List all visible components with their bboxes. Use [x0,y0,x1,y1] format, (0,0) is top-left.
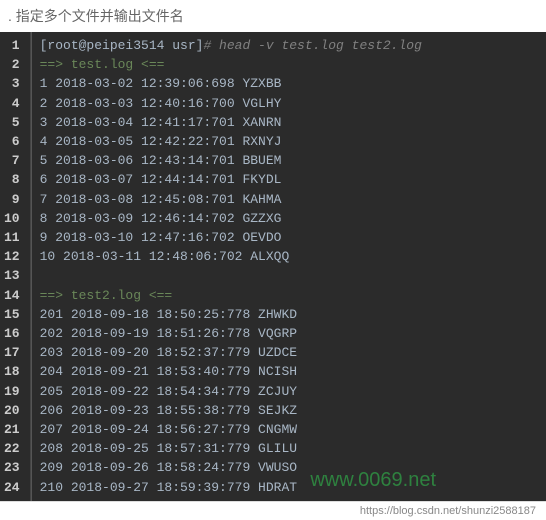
footer-url: https://blog.csdn.net/shunzi2588187 [0,501,546,520]
terminal-line: ==> test2.log <== [40,286,538,305]
terminal-line: 203 2018-09-20 18:52:37:779 UZDCE [40,343,538,362]
terminal-window: 123456789101112131415161718192021222324 … [0,32,546,520]
terminal-line: ==> test.log <== [40,55,538,74]
terminal-line [40,266,538,285]
terminal-line: 208 2018-09-25 18:57:31:779 GLILU [40,439,538,458]
terminal-line: 204 2018-09-21 18:53:40:779 NCISH [40,362,538,381]
line-number: 5 [4,113,24,132]
line-number: 21 [4,420,24,439]
line-number: 15 [4,305,24,324]
terminal-output[interactable]: [root@peipei3514 usr]# head -v test.log … [32,32,546,501]
terminal-line: 202 2018-09-19 18:51:26:778 VQGRP [40,324,538,343]
line-number: 20 [4,401,24,420]
line-number: 4 [4,94,24,113]
terminal-line: 3 2018-03-04 12:41:17:701 XANRN [40,113,538,132]
terminal-line: 210 2018-09-27 18:59:39:779 HDRAT [40,478,538,497]
terminal-line: 7 2018-03-08 12:45:08:701 KAHMA [40,190,538,209]
line-number: 23 [4,458,24,477]
terminal-line: 1 2018-03-02 12:39:06:698 YZXBB [40,74,538,93]
terminal-line: 206 2018-09-23 18:55:38:779 SEJKZ [40,401,538,420]
code-area: 123456789101112131415161718192021222324 … [0,32,546,501]
terminal-line: 2 2018-03-03 12:40:16:700 VGLHY [40,94,538,113]
line-number: 18 [4,362,24,381]
line-number: 24 [4,478,24,497]
line-number: 17 [4,343,24,362]
page-title: . 指定多个文件并输出文件名 [0,0,546,32]
line-number: 9 [4,190,24,209]
terminal-line: 207 2018-09-24 18:56:27:779 CNGMW [40,420,538,439]
terminal-line: 5 2018-03-06 12:43:14:701 BBUEM [40,151,538,170]
line-number: 2 [4,55,24,74]
line-number: 3 [4,74,24,93]
line-number: 7 [4,151,24,170]
line-number: 8 [4,170,24,189]
line-number: 6 [4,132,24,151]
line-number: 22 [4,439,24,458]
line-number: 14 [4,286,24,305]
terminal-line: [root@peipei3514 usr]# head -v test.log … [40,36,538,55]
line-number: 10 [4,209,24,228]
terminal-line: 9 2018-03-10 12:47:16:702 OEVDO [40,228,538,247]
terminal-line: 8 2018-03-09 12:46:14:702 GZZXG [40,209,538,228]
line-number-gutter: 123456789101112131415161718192021222324 [0,32,31,501]
terminal-line: 209 2018-09-26 18:58:24:779 VWUSO [40,458,538,477]
line-number: 11 [4,228,24,247]
line-number: 1 [4,36,24,55]
terminal-line: 205 2018-09-22 18:54:34:779 ZCJUY [40,382,538,401]
terminal-line: 10 2018-03-11 12:48:06:702 ALXQQ [40,247,538,266]
terminal-line: 4 2018-03-05 12:42:22:701 RXNYJ [40,132,538,151]
line-number: 16 [4,324,24,343]
line-number: 13 [4,266,24,285]
terminal-line: 6 2018-03-07 12:44:14:701 FKYDL [40,170,538,189]
terminal-line: 201 2018-09-18 18:50:25:778 ZHWKD [40,305,538,324]
line-number: 19 [4,382,24,401]
line-number: 12 [4,247,24,266]
